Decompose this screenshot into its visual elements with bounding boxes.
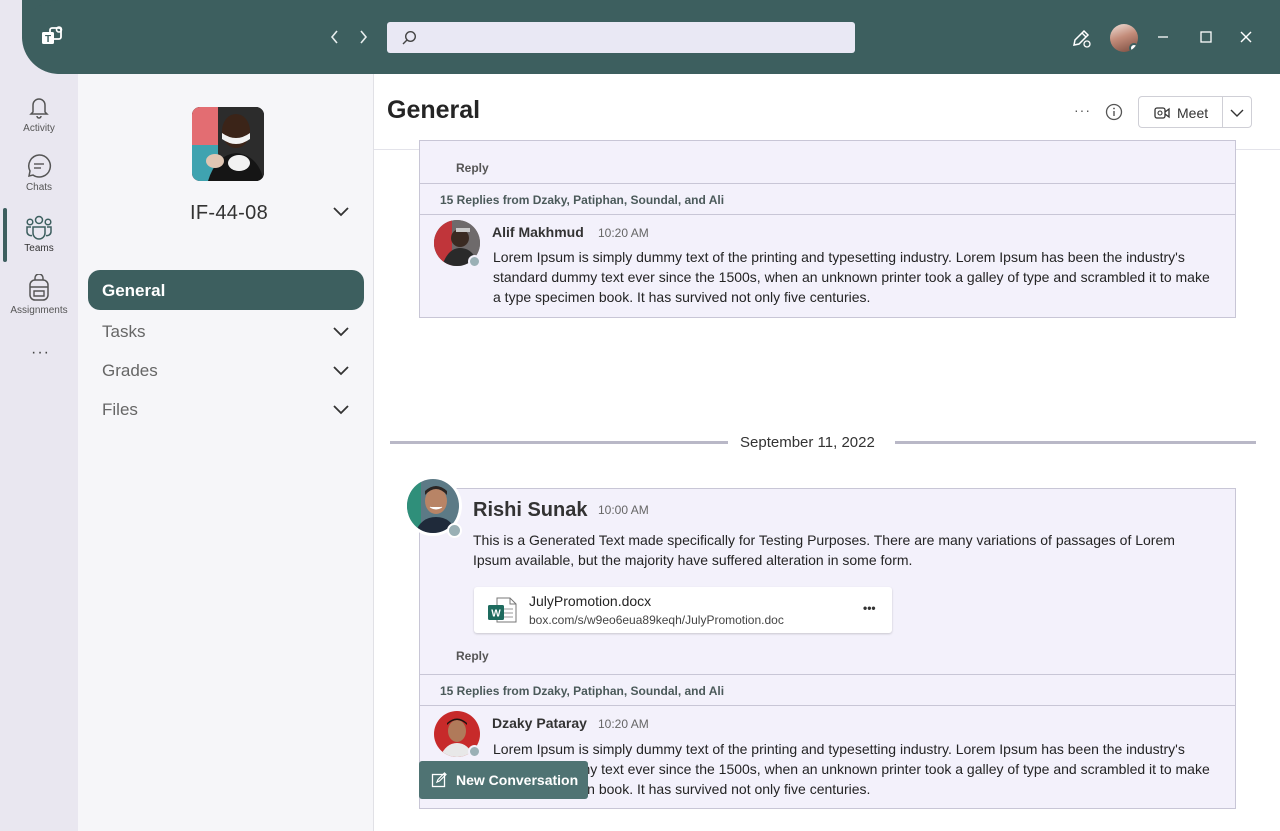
title-bar: T [22,0,1280,74]
channel-tasks[interactable]: Tasks [88,314,364,350]
divider-line [895,441,1256,444]
reply-link[interactable]: Reply [456,649,489,663]
date-label: September 11, 2022 [740,434,875,451]
chevron-down-icon[interactable] [1230,108,1244,118]
back-arrow-icon[interactable] [328,28,342,46]
replies-summary[interactable]: 15 Replies from Dzaky, Patiphan, Soundal… [420,183,1235,215]
message-feed: Reply 15 Replies from Dzaky, Patiphan, S… [374,140,1280,831]
rail-item-teams[interactable]: Teams [0,214,78,272]
chevron-down-icon [333,327,349,337]
chevron-down-icon[interactable] [332,206,350,218]
search-input[interactable] [387,22,855,53]
reply-link[interactable]: Reply [456,161,489,175]
chat-icon [28,154,52,178]
replies-summary[interactable]: 15 Replies from Dzaky, Patiphan, Soundal… [420,674,1235,706]
presence-indicator [468,745,481,758]
minimize-icon[interactable] [1156,30,1170,44]
timestamp: 10:00 AM [598,503,649,517]
main-area: General ··· Meet Reply 15 Replies from D… [374,74,1280,831]
word-document-icon: W [488,597,517,623]
new-conversation-label: New Conversation [456,772,579,788]
new-conversation-button[interactable]: New Conversation [419,761,588,799]
team-picture [192,107,264,181]
author-name[interactable]: Dzaky Pataray [492,715,587,731]
replies-text: 15 Replies from Dzaky, Patiphan, Soundal… [440,193,725,207]
search-icon [402,30,417,45]
meet-button[interactable]: Meet [1138,96,1252,128]
chevron-down-icon [333,366,349,376]
conversation-card: Reply 15 Replies from Dzaky, Patiphan, S… [419,140,1236,318]
rail-label: Activity [23,123,55,134]
more-options-button[interactable]: ··· [1074,102,1091,118]
maximize-icon[interactable] [1199,30,1213,44]
team-panel: IF-44-08 General Tasks Grades Files [78,74,374,831]
info-icon[interactable] [1105,103,1123,121]
channel-label: Files [102,400,138,419]
channel-general[interactable]: General [88,270,364,310]
presence-indicator [1129,43,1138,52]
message-body: This is a Generated Text made specifical… [473,532,1175,568]
channel-label: Tasks [102,322,146,341]
divider [1222,97,1223,127]
channel-grades[interactable]: Grades [88,353,364,389]
replies-text: 15 Replies from Dzaky, Patiphan, Soundal… [440,684,725,698]
attachment-more-button[interactable]: ••• [863,601,876,615]
team-name: IF-44-08 [190,202,268,224]
channel-label: General [102,281,166,300]
channel-files[interactable]: Files [88,392,364,428]
message-body: Lorem Ipsum is simply dummy text of the … [493,741,1210,797]
rail-label: Chats [25,182,53,193]
attachment-name: JulyPromotion.docx [529,593,652,609]
rail-item-activity[interactable]: Activity [0,94,78,152]
compose-icon[interactable] [1070,27,1092,49]
attachment-url: box.com/s/w9eo6eua89keqh/JulyPromotion.d… [529,613,784,627]
rail-item-chats[interactable]: Chats [0,153,78,211]
bell-icon [29,98,49,119]
forward-arrow-icon[interactable] [356,28,370,46]
channel-label: Grades [102,361,158,380]
teams-icon [26,215,52,240]
rail-label: Teams [24,243,54,254]
meet-main[interactable]: Meet [1139,97,1222,127]
author-name[interactable]: Alif Makhmud [492,224,584,240]
message-body: Lorem Ipsum is simply dummy text of the … [493,249,1210,305]
presence-indicator [447,523,462,538]
channel-header: General ··· Meet [374,74,1280,150]
compose-icon [431,772,447,788]
svg-text:T: T [45,34,51,45]
backpack-icon [29,274,49,301]
rail-item-assignments[interactable]: Assignments [0,274,78,332]
date-divider: September 11, 2022 [390,431,1256,455]
meet-label: Meet [1177,105,1209,121]
app-rail: Activity Chats Teams Assignments ··· [0,74,78,831]
page-title: General [387,96,481,124]
file-attachment[interactable]: W JulyPromotion.docx box.com/s/w9eo6eua8… [474,587,892,633]
author-name[interactable]: Rishi Sunak [473,499,587,522]
user-avatar[interactable] [1110,24,1138,52]
rail-label: Assignments [10,305,68,316]
divider-line [390,441,728,444]
chevron-down-icon [333,405,349,415]
rail-more-button[interactable]: ··· [31,344,50,362]
svg-text:W: W [491,609,501,620]
presence-indicator [468,255,481,268]
timestamp: 10:20 AM [598,226,649,240]
video-camera-icon [1154,107,1170,119]
close-icon[interactable] [1239,30,1253,44]
teams-logo-icon[interactable]: T [40,26,64,48]
timestamp: 10:20 AM [598,717,649,731]
